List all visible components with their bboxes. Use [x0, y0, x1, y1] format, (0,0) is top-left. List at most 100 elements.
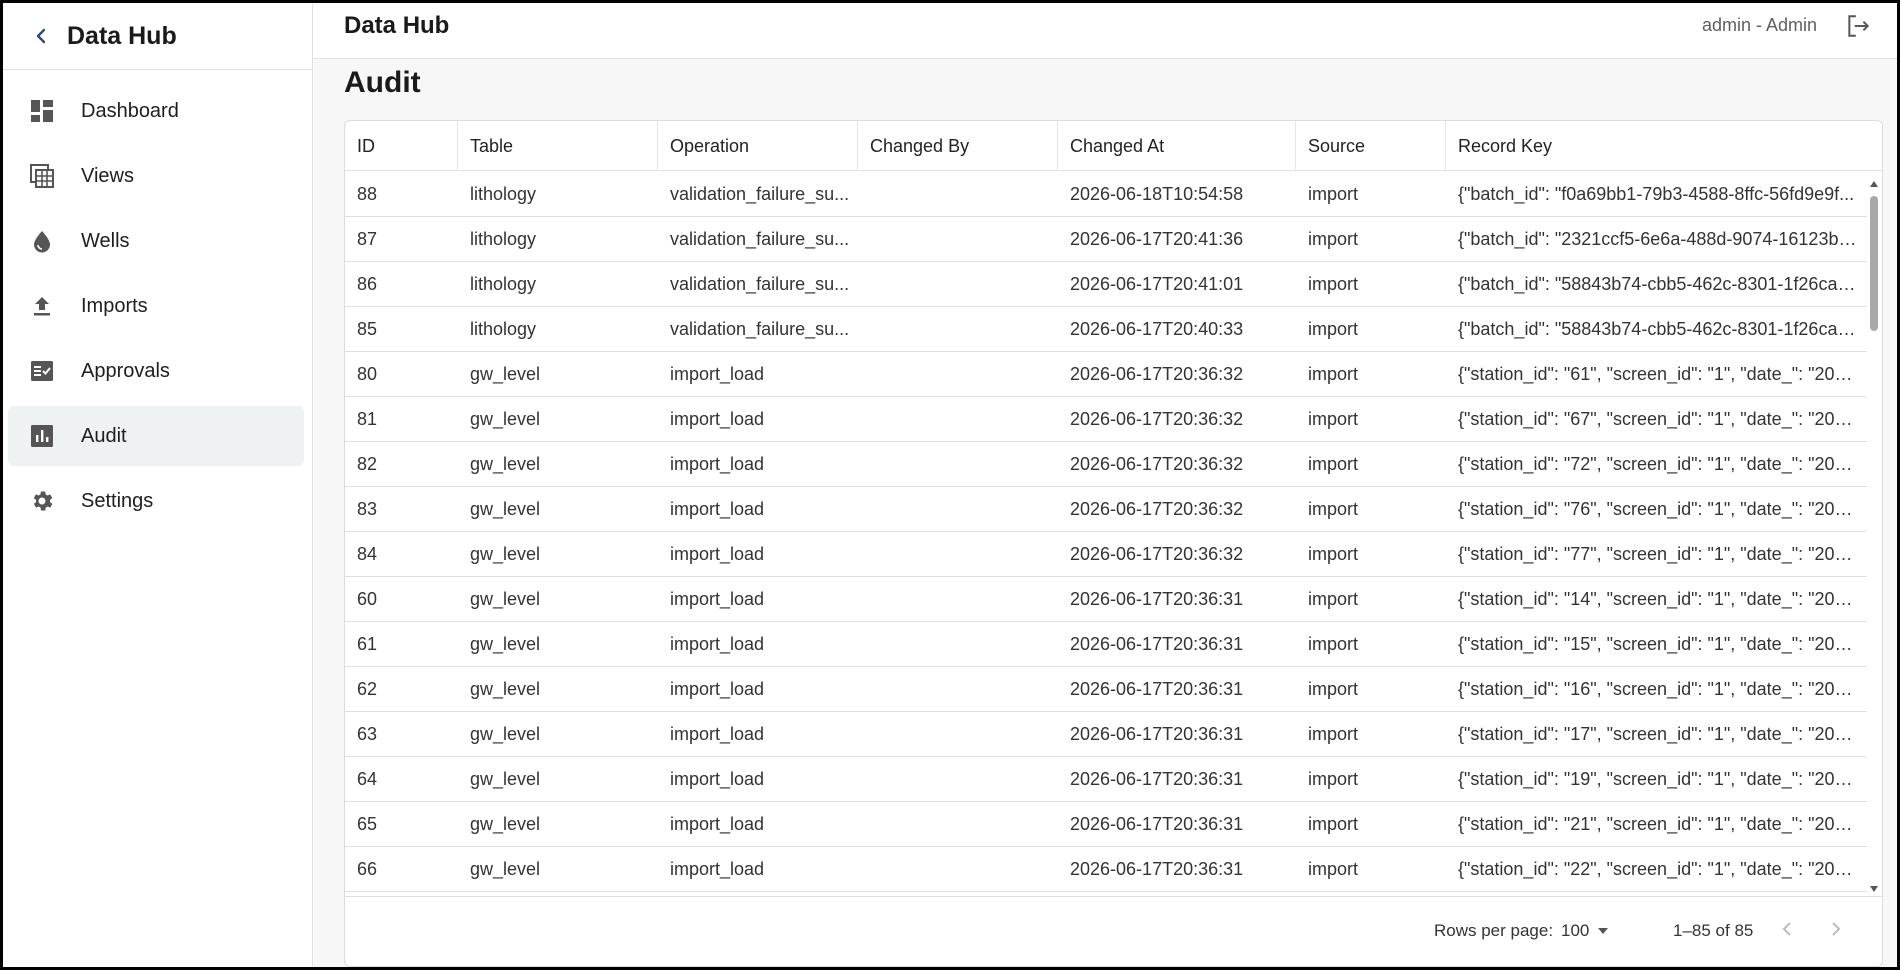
cell-record-key-text: {"station_id": "67", "screen_id": "1", "… — [1458, 408, 1857, 429]
table-row[interactable]: 64 gw_level import_load 2026-06-17T20:36:31… — [345, 757, 1867, 802]
cell-changed-at-text: 2026-06-17T20:36:32 — [1070, 498, 1244, 519]
cell-id-text: 80 — [357, 363, 378, 384]
table-row[interactable]: 66 gw_level import_load 2026-06-17T20:36:31… — [345, 847, 1867, 892]
table-row[interactable]: 65 gw_level import_load 2026-06-17T20:36:31… — [345, 802, 1867, 847]
column-header-record-key[interactable]: Record Key — [1446, 121, 1867, 171]
vertical-scrollbar[interactable] — [1865, 172, 1882, 895]
cell-changed-at-text: 2026-06-17T20:36:32 — [1070, 453, 1244, 474]
sidebar-item-label: Wells — [81, 229, 130, 252]
cell-source: import — [1296, 847, 1446, 891]
cell-record-key: {"batch_id": "2321ccf5-6e6a-488d-9074-16… — [1446, 217, 1867, 261]
next-page-button[interactable] — [1820, 915, 1852, 947]
column-header-changed-by[interactable]: Changed By — [858, 121, 1058, 171]
column-header-source[interactable]: Source — [1296, 121, 1446, 171]
cell-operation: import_load — [658, 667, 858, 711]
sidebar-item-views[interactable]: Views — [8, 146, 304, 206]
table-body: 88 lithology validation_failure_su... 2026-… — [345, 172, 1867, 895]
cell-changed-at: 2026-06-17T20:41:01 — [1058, 262, 1296, 306]
cell-changed-at: 2026-06-17T20:36:31 — [1058, 712, 1296, 756]
cell-record-key-text: {"batch_id": "f0a69bb1-79b3-4588-8ffc-56… — [1458, 183, 1855, 204]
sidebar-item-dashboard[interactable]: Dashboard — [8, 81, 304, 141]
cell-changed-at: 2026-06-17T20:36:31 — [1058, 847, 1296, 891]
cell-record-key-text: {"station_id": "21", "screen_id": "1", "… — [1458, 813, 1857, 834]
chevron-right-icon — [1831, 921, 1841, 942]
cell-changed-at: 2026-06-17T20:36:31 — [1058, 577, 1296, 621]
cell-id-text: 85 — [357, 318, 378, 339]
logout-icon[interactable] — [1843, 11, 1873, 41]
cell-table-text: gw_level — [470, 768, 541, 789]
column-header-id[interactable]: ID — [345, 121, 458, 171]
cell-record-key: {"station_id": "16", "screen_id": "1", "… — [1446, 667, 1867, 711]
cell-changed-at: 2026-06-17T20:36:31 — [1058, 667, 1296, 711]
cell-changed-at-text: 2026-06-17T20:41:36 — [1070, 228, 1244, 249]
cell-table: gw_level — [458, 847, 658, 891]
column-header-table[interactable]: Table — [458, 121, 658, 171]
cell-changed-at-text: 2026-06-17T20:36:31 — [1070, 813, 1244, 834]
cell-operation: import_load — [658, 577, 858, 621]
table-row[interactable]: 63 gw_level import_load 2026-06-17T20:36:31… — [345, 712, 1867, 757]
cell-source-text: import — [1308, 768, 1359, 789]
cell-record-key: {"station_id": "14", "screen_id": "1", "… — [1446, 577, 1867, 621]
table-row[interactable]: 85 lithology validation_failure_su... 2026-… — [345, 307, 1867, 352]
cell-operation-text: import_load — [670, 858, 765, 879]
cell-changed-by — [858, 667, 1058, 711]
sidebar-item-audit[interactable]: Audit — [8, 406, 304, 466]
top-bar: Data Hub admin - Admin — [314, 3, 1897, 59]
cell-source: import — [1296, 757, 1446, 801]
cell-id: 60 — [345, 577, 458, 621]
scroll-down-arrow-icon[interactable] — [1869, 881, 1879, 892]
cell-id-text: 62 — [357, 678, 378, 699]
sidebar-nav: Dashboard Views Wells Imports Approvals … — [3, 70, 312, 531]
table-row[interactable]: 61 gw_level import_load 2026-06-17T20:36:31… — [345, 622, 1867, 667]
cell-source-text: import — [1308, 813, 1359, 834]
cell-operation-text: import_load — [670, 363, 765, 384]
table-header: ID Table Operation Changed By Changed At… — [345, 121, 1882, 171]
chevron-left-icon[interactable] — [31, 26, 51, 46]
column-header-changed-at[interactable]: Changed At — [1058, 121, 1296, 171]
table-row[interactable]: 81 gw_level import_load 2026-06-17T20:36:32… — [345, 397, 1867, 442]
table-row[interactable]: 86 lithology validation_failure_su... 2026-… — [345, 262, 1867, 307]
sidebar-item-approvals[interactable]: Approvals — [8, 341, 304, 401]
table-row[interactable]: 82 gw_level import_load 2026-06-17T20:36:32… — [345, 442, 1867, 487]
cell-source: import — [1296, 352, 1446, 396]
previous-page-button[interactable] — [1771, 915, 1803, 947]
cell-operation-text: validation_failure_su... — [670, 183, 850, 204]
cell-record-key: {"batch_id": "58843b74-cbb5-462c-8301-1f… — [1446, 307, 1867, 351]
cell-id-text: 61 — [357, 633, 378, 654]
table-row[interactable]: 83 gw_level import_load 2026-06-17T20:36:32… — [345, 487, 1867, 532]
main-content: Data Hub admin - Admin Audit ID Table Op… — [314, 3, 1897, 967]
cell-source: import — [1296, 802, 1446, 846]
cell-changed-at-text: 2026-06-17T20:36:31 — [1070, 723, 1244, 744]
cell-id-text: 81 — [357, 408, 378, 429]
table-row[interactable]: 80 gw_level import_load 2026-06-17T20:36:32… — [345, 352, 1867, 397]
cell-operation: validation_failure_su... — [658, 262, 858, 306]
cell-record-key-text: {"batch_id": "2321ccf5-6e6a-488d-9074-16… — [1458, 228, 1857, 249]
sidebar-item-settings[interactable]: Settings — [8, 471, 304, 531]
bar-chart-icon — [28, 422, 56, 450]
cell-id: 62 — [345, 667, 458, 711]
table-row[interactable]: 87 lithology validation_failure_su... 2026-… — [345, 217, 1867, 262]
rows-per-page-select[interactable]: 100 — [1561, 918, 1609, 944]
scroll-up-arrow-icon[interactable] — [1869, 176, 1879, 187]
cell-record-key-text: {"station_id": "15", "screen_id": "1", "… — [1458, 633, 1857, 654]
column-header-operation[interactable]: Operation — [658, 121, 858, 171]
cell-changed-at: 2026-06-17T20:36:32 — [1058, 397, 1296, 441]
table-row[interactable]: 62 gw_level import_load 2026-06-17T20:36:31… — [345, 667, 1867, 712]
cell-id: 81 — [345, 397, 458, 441]
cell-source-text: import — [1308, 543, 1359, 564]
cell-source-text: import — [1308, 858, 1359, 879]
chevron-left-icon — [1782, 921, 1792, 942]
cell-source-text: import — [1308, 498, 1359, 519]
cell-changed-at-text: 2026-06-18T10:54:58 — [1070, 183, 1244, 204]
sidebar-item-imports[interactable]: Imports — [8, 276, 304, 336]
sidebar-item-label: Audit — [81, 424, 127, 447]
cell-operation-text: validation_failure_su... — [670, 228, 850, 249]
scroll-thumb[interactable] — [1870, 196, 1878, 331]
cell-operation: import_load — [658, 487, 858, 531]
sidebar-item-wells[interactable]: Wells — [8, 211, 304, 271]
sidebar-item-label: Dashboard — [81, 99, 179, 122]
table-row[interactable]: 60 gw_level import_load 2026-06-17T20:36:31… — [345, 577, 1867, 622]
table-row[interactable]: 84 gw_level import_load 2026-06-17T20:36:32… — [345, 532, 1867, 577]
cell-id-text: 83 — [357, 498, 378, 519]
table-row[interactable]: 88 lithology validation_failure_su... 2026-… — [345, 172, 1867, 217]
